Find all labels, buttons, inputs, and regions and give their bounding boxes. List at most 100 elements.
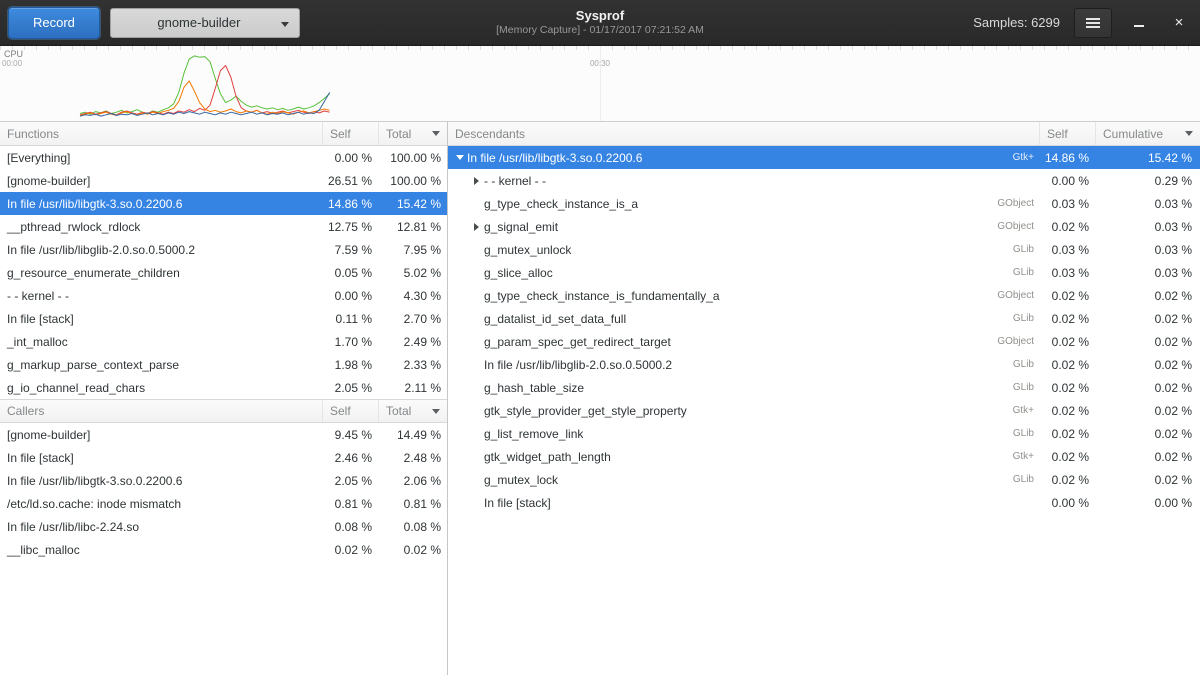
cumulative-percent: 0.02 % <box>1096 473 1200 487</box>
descendant-name-cell: g_mutex_lock <box>448 473 1013 487</box>
descendants-row[interactable]: g_list_remove_linkGLib0.02 %0.02 % <box>448 422 1200 445</box>
total-percent: 0.08 % <box>379 520 447 534</box>
functions-row[interactable]: _int_malloc1.70 %2.49 % <box>0 330 447 353</box>
column-header-descendants[interactable]: Descendants <box>448 122 1040 145</box>
functions-row[interactable]: - - kernel - -0.00 %4.30 % <box>0 284 447 307</box>
self-percent: 0.02 % <box>1040 473 1096 487</box>
symbol-name: g_markup_parse_context_parse <box>0 358 323 372</box>
callers-row[interactable]: __libc_malloc0.02 %0.02 % <box>0 538 447 561</box>
descendant-name-cell: gtk_style_provider_get_style_property <box>448 404 1013 418</box>
sort-descending-icon <box>432 131 440 136</box>
self-percent: 2.05 % <box>323 474 379 488</box>
descendants-row[interactable]: g_type_check_instance_is_aGObject0.03 %0… <box>448 192 1200 215</box>
descendant-name-cell: gtk_widget_path_length <box>448 450 1013 464</box>
descendants-row[interactable]: gtk_style_provider_get_style_propertyGtk… <box>448 399 1200 422</box>
descendant-name-cell: In file /usr/lib/libglib-2.0.so.0.5000.2 <box>448 358 1013 372</box>
descendants-row[interactable]: In file /usr/lib/libgtk-3.so.0.2200.6Gtk… <box>448 146 1200 169</box>
descendants-row[interactable]: g_param_spec_get_redirect_targetGObject0… <box>448 330 1200 353</box>
descendants-row[interactable]: g_mutex_unlockGLib0.03 %0.03 % <box>448 238 1200 261</box>
descendant-name-cell: g_param_spec_get_redirect_target <box>448 335 997 349</box>
symbol-name: __libc_malloc <box>0 543 323 557</box>
functions-table-header: Functions Self Total <box>0 122 447 146</box>
column-header-total[interactable]: Total <box>379 400 447 422</box>
descendants-row[interactable]: gtk_widget_path_lengthGtk+0.02 %0.02 % <box>448 445 1200 468</box>
column-header-cumulative[interactable]: Cumulative <box>1096 122 1200 145</box>
symbol-name: g_list_remove_link <box>484 427 583 441</box>
hamburger-menu-button[interactable] <box>1074 8 1112 38</box>
symbol-name: In file /usr/lib/libc-2.24.so <box>0 520 323 534</box>
callers-row[interactable]: /etc/ld.so.cache: inode mismatch0.81 %0.… <box>0 492 447 515</box>
library-category: GLib <box>1013 474 1034 485</box>
functions-row[interactable]: In file /usr/lib/libgtk-3.so.0.2200.614.… <box>0 192 447 215</box>
symbol-name: g_mutex_lock <box>484 473 558 487</box>
library-category: Gtk+ <box>1013 451 1034 462</box>
cpu-usage-chart[interactable]: CPU 00:00 00:30 <box>0 46 1200 122</box>
column-header-self[interactable]: Self <box>323 400 379 422</box>
process-selector-dropdown[interactable]: gnome-builder <box>110 8 300 38</box>
callers-row[interactable]: In file /usr/lib/libgtk-3.so.0.2200.62.0… <box>0 469 447 492</box>
symbol-name: In file /usr/lib/libglib-2.0.so.0.5000.2 <box>0 243 323 257</box>
sort-descending-icon <box>1185 131 1193 136</box>
self-percent: 7.59 % <box>323 243 379 257</box>
descendants-table-body: In file /usr/lib/libgtk-3.so.0.2200.6 Gtk… <box>448 146 1200 514</box>
record-button[interactable]: Record <box>8 7 100 39</box>
process-selector-value: gnome-builder <box>157 15 240 30</box>
total-percent: 5.02 % <box>379 266 447 280</box>
column-header-self[interactable]: Self <box>1040 122 1096 145</box>
functions-row[interactable]: g_markup_parse_context_parse1.98 %2.33 % <box>0 353 447 376</box>
close-button[interactable]: × <box>1166 10 1192 36</box>
library-category: GLib <box>1013 267 1034 278</box>
close-icon: × <box>1175 14 1184 31</box>
descendant-name-cell: In file /usr/lib/libgtk-3.so.0.2200.6 <box>448 151 1013 165</box>
descendants-row[interactable]: - - kernel - -0.00 %0.29 % <box>448 169 1200 192</box>
callers-row[interactable]: [gnome-builder]9.45 %14.49 % <box>0 423 447 446</box>
window-subtitle: [Memory Capture] - 01/17/2017 07:21:52 A… <box>496 24 704 37</box>
descendants-row[interactable]: In file [stack]0.00 %0.00 % <box>448 491 1200 514</box>
library-category: GLib <box>1013 359 1034 370</box>
callers-row[interactable]: In file /usr/lib/libc-2.24.so0.08 %0.08 … <box>0 515 447 538</box>
sort-descending-icon <box>432 409 440 414</box>
functions-row[interactable]: [gnome-builder]26.51 %100.00 % <box>0 169 447 192</box>
descendants-row[interactable]: g_datalist_id_set_data_fullGLib0.02 %0.0… <box>448 307 1200 330</box>
self-percent: 9.45 % <box>323 428 379 442</box>
column-header-functions[interactable]: Functions <box>0 122 323 145</box>
self-percent: 0.81 % <box>323 497 379 511</box>
library-category: Gtk+ <box>1013 405 1034 416</box>
descendants-row[interactable]: g_signal_emitGObject0.02 %0.03 % <box>448 215 1200 238</box>
tree-expander-collapsed-icon[interactable] <box>469 177 484 185</box>
descendants-row[interactable]: g_type_check_instance_is_fundamentally_a… <box>448 284 1200 307</box>
column-header-self[interactable]: Self <box>323 122 379 145</box>
functions-row[interactable]: __pthread_rwlock_rdlock12.75 %12.81 % <box>0 215 447 238</box>
column-header-total[interactable]: Total <box>379 122 447 145</box>
descendant-name-cell: g_mutex_unlock <box>448 243 1013 257</box>
samples-count: Samples: 6299 <box>973 15 1060 30</box>
descendant-name-cell: g_hash_table_size <box>448 381 1013 395</box>
self-percent: 0.02 % <box>1040 335 1096 349</box>
tree-expander-expanded-icon[interactable] <box>452 155 467 160</box>
cpu-core-green-line <box>80 56 330 114</box>
column-header-callers[interactable]: Callers <box>0 400 323 422</box>
library-category: GLib <box>1013 244 1034 255</box>
functions-row[interactable]: In file /usr/lib/libglib-2.0.so.0.5000.2… <box>0 238 447 261</box>
symbol-name: g_hash_table_size <box>484 381 584 395</box>
descendants-row[interactable]: In file /usr/lib/libglib-2.0.so.0.5000.2… <box>448 353 1200 376</box>
time-tick-mid: 00:30 <box>590 59 610 68</box>
functions-row[interactable]: g_resource_enumerate_children0.05 %5.02 … <box>0 261 447 284</box>
tree-expander-collapsed-icon[interactable] <box>469 223 484 231</box>
self-percent: 12.75 % <box>323 220 379 234</box>
descendants-row[interactable]: g_mutex_lock GLib 0.02 %0.02 % <box>448 468 1200 491</box>
self-percent: 0.03 % <box>1040 197 1096 211</box>
functions-row[interactable]: In file [stack]0.11 %2.70 % <box>0 307 447 330</box>
callers-row[interactable]: In file [stack]2.46 %2.48 % <box>0 446 447 469</box>
functions-row[interactable]: [Everything]0.00 %100.00 % <box>0 146 447 169</box>
descendants-row[interactable]: g_slice_allocGLib0.03 %0.03 % <box>448 261 1200 284</box>
total-percent: 0.81 % <box>379 497 447 511</box>
self-percent: 0.02 % <box>1040 358 1096 372</box>
minimize-button[interactable] <box>1126 10 1152 36</box>
total-percent: 2.11 % <box>379 381 447 395</box>
self-percent: 0.02 % <box>1040 450 1096 464</box>
symbol-name: g_signal_emit <box>484 220 558 234</box>
functions-row[interactable]: g_io_channel_read_chars2.05 %2.11 % <box>0 376 447 399</box>
symbol-name: - - kernel - - <box>484 174 546 188</box>
descendants-row[interactable]: g_hash_table_sizeGLib0.02 %0.02 % <box>448 376 1200 399</box>
